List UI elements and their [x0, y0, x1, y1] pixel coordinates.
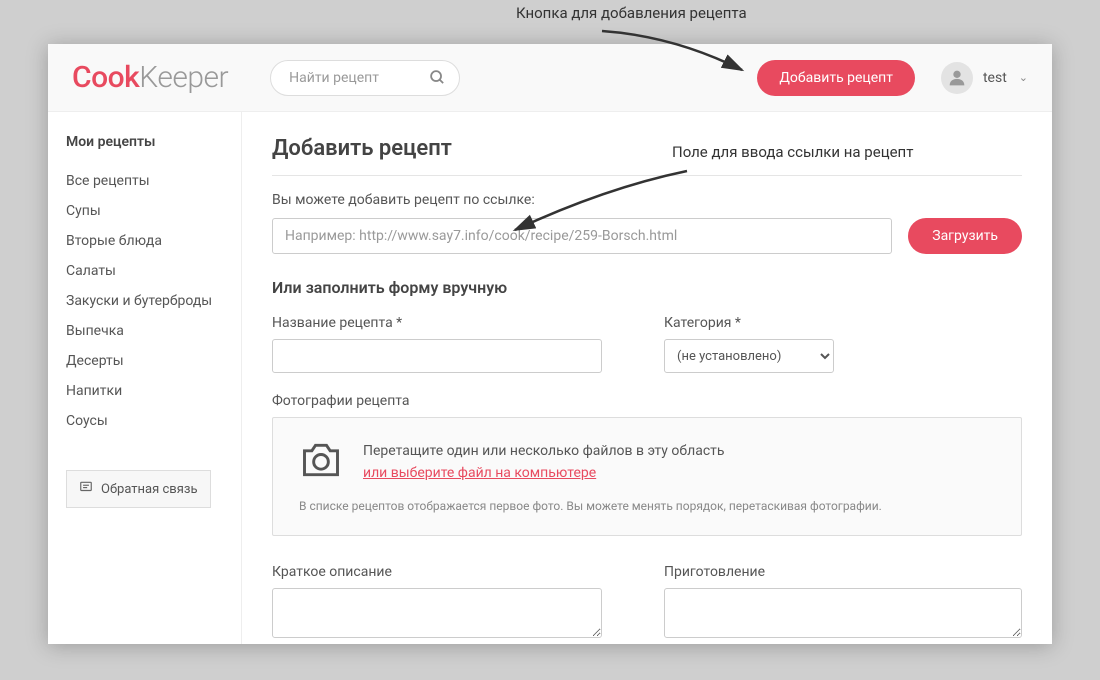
form-row-2: Краткое описание Приготовление: [272, 564, 1022, 642]
category-select[interactable]: (не установлено): [664, 339, 834, 373]
load-button[interactable]: Загрузить: [908, 218, 1022, 254]
search-icon[interactable]: [429, 69, 446, 90]
search-box: [270, 60, 460, 96]
choose-file-link[interactable]: или выберите файл на компьютере: [363, 465, 596, 481]
annotation-url-field: Поле для ввода ссылки на рецепт: [672, 143, 913, 161]
logo: CookKeeper: [72, 60, 228, 95]
add-recipe-button[interactable]: Добавить рецепт: [757, 60, 915, 96]
form-row-1: Название рецепта * Категория * (не устан…: [272, 315, 1022, 373]
sidebar-item-baking[interactable]: Выпечка: [66, 316, 223, 346]
header: CookKeeper Добавить рецепт test ⌄: [48, 44, 1052, 112]
short-desc-input[interactable]: [272, 588, 602, 638]
user-name: test: [983, 70, 1007, 86]
logo-part1: Cook: [72, 60, 139, 95]
dropzone-hint: В списке рецептов отображается первое фо…: [299, 499, 995, 513]
camera-icon: [299, 441, 343, 483]
arrow-to-url-field: [505, 168, 695, 240]
feedback-icon: [79, 480, 93, 498]
arrow-to-add-button: [594, 28, 754, 80]
chevron-down-icon: ⌄: [1019, 71, 1028, 84]
app-window: CookKeeper Добавить рецепт test ⌄ Мои ре…: [48, 44, 1052, 644]
sidebar-item-soups[interactable]: Супы: [66, 196, 223, 226]
sidebar-item-all[interactable]: Все рецепты: [66, 166, 223, 196]
sidebar-item-salads[interactable]: Салаты: [66, 256, 223, 286]
sidebar-item-snacks[interactable]: Закуски и бутерброды: [66, 286, 223, 316]
short-desc-label: Краткое описание: [272, 564, 602, 580]
category-field-group: Категория * (не установлено): [664, 315, 834, 373]
photo-section: Фотографии рецепта Перетащите один или н…: [272, 393, 1022, 536]
name-field-group: Название рецепта *: [272, 315, 602, 373]
logo-part2: Keeper: [139, 60, 228, 95]
manual-title: Или заполнить форму вручную: [272, 278, 1022, 297]
category-label: Категория *: [664, 315, 834, 331]
recipe-name-input[interactable]: [272, 339, 602, 373]
annotation-add-button: Кнопка для добавления рецепта: [516, 4, 747, 22]
user-menu[interactable]: test ⌄: [941, 62, 1028, 94]
photo-dropzone[interactable]: Перетащите один или несколько файлов в э…: [272, 417, 1022, 536]
sidebar-item-drinks[interactable]: Напитки: [66, 376, 223, 406]
avatar: [941, 62, 973, 94]
sidebar-item-main-courses[interactable]: Вторые блюда: [66, 226, 223, 256]
short-desc-group: Краткое описание: [272, 564, 602, 642]
sidebar: Мои рецепты Все рецепты Супы Вторые блюд…: [48, 112, 242, 644]
photos-label: Фотографии рецепта: [272, 393, 1022, 409]
name-label: Название рецепта *: [272, 315, 602, 331]
sidebar-title: Мои рецепты: [66, 134, 223, 150]
preparation-group: Приготовление: [664, 564, 1022, 642]
dropzone-text: Перетащите один или несколько файлов в э…: [363, 440, 724, 485]
feedback-label: Обратная связь: [101, 482, 198, 497]
sidebar-item-desserts[interactable]: Десерты: [66, 346, 223, 376]
feedback-button[interactable]: Обратная связь: [66, 470, 211, 508]
preparation-label: Приготовление: [664, 564, 1022, 580]
preparation-input[interactable]: [664, 588, 1022, 638]
sidebar-item-sauces[interactable]: Соусы: [66, 406, 223, 436]
